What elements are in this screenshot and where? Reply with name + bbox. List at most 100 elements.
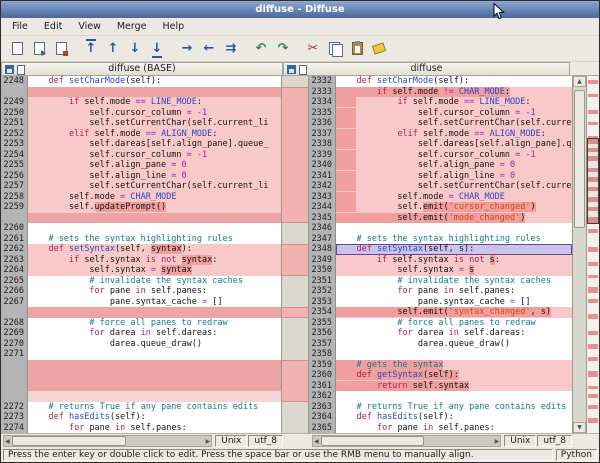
code-line[interactable]: # returns True if any pane contains edit… [28,402,281,413]
line-number[interactable] [1,87,27,98]
code-line[interactable]: elif self.mode == ALIGN_MODE: [336,129,572,140]
code-line[interactable]: self.cursor_column = -1 [28,150,281,161]
line-number[interactable]: 2250 [1,108,27,119]
code-line[interactable]: def hasEdits(self): [28,412,281,423]
line-number[interactable]: 2332 [309,76,335,87]
code-line[interactable] [28,381,281,392]
horizontal-scrollbar-thumb[interactable] [321,436,424,446]
line-number[interactable]: 2266 [1,286,27,297]
horizontal-scrollbar-right[interactable]: ◀ ▶ [312,435,501,447]
code-line[interactable]: darea.queue_draw() [336,339,572,350]
vertical-scrollbar[interactable]: ▲ ▼ [572,76,586,433]
open-file-button[interactable] [29,39,49,59]
code-line[interactable]: for pane in self.panes: [28,286,281,297]
line-number[interactable]: 2349 [309,255,335,266]
line-number[interactable]: 2355 [309,318,335,329]
code-line[interactable]: self.cursor_column = -1 [336,150,572,161]
code-line[interactable]: if self.syntax is not s: [336,255,572,266]
line-number[interactable] [1,307,27,318]
line-number[interactable]: 2262 [1,244,27,255]
line-number[interactable]: 2343 [309,192,335,203]
code-line[interactable]: self.emit('syntax_changed', s) [336,307,572,318]
code-line[interactable]: def getSyntax(self): [336,370,572,381]
line-number[interactable]: 2344 [309,202,335,213]
line-number[interactable]: 2268 [1,318,27,329]
menu-help[interactable]: Help [155,18,193,35]
code-line[interactable]: for pane in self.panes: [336,423,572,434]
code-line[interactable] [28,87,281,98]
line-number[interactable]: 2340 [309,160,335,171]
line-number[interactable]: 2341 [309,171,335,182]
code-line[interactable]: self.setCurrentChar(self.current_li [28,181,281,192]
line-number[interactable]: 2270 [1,339,27,350]
line-number[interactable]: 2361 [309,381,335,392]
line-number[interactable]: 2346 [309,223,335,234]
line-number[interactable]: 2264 [1,265,27,276]
code-line[interactable]: # gets the syntax [336,360,572,371]
code-line[interactable] [28,307,281,318]
line-number[interactable]: 2359 [309,360,335,371]
line-number[interactable]: 2357 [309,339,335,350]
code-line[interactable]: def setSyntax(self, s): [336,244,572,255]
code-line[interactable]: self.align_line = 0 [28,171,281,182]
code-pane-base[interactable]: def setCharMode(self): if self.mode == L… [28,76,282,433]
line-number[interactable]: 2363 [309,402,335,413]
line-number[interactable]: 2365 [309,423,335,434]
line-number[interactable]: 2259 [1,202,27,213]
line-number[interactable]: 2352 [309,286,335,297]
line-number[interactable]: 2345 [309,213,335,224]
code-line[interactable]: return self.syntax [336,381,572,392]
first-difference-button[interactable]: ↑ [81,39,101,59]
line-number[interactable]: 2273 [1,412,27,423]
line-number[interactable]: 2336 [309,118,335,129]
code-line[interactable]: self.mode = CHAR_MODE [28,192,281,203]
diff-overview-map[interactable] [586,76,599,433]
pane-header-edited[interactable]: diffuse [283,62,570,76]
next-difference-button[interactable]: ↓ [125,39,145,59]
code-line[interactable] [336,349,572,360]
code-line[interactable] [28,360,281,371]
vertical-scrollbar-thumb[interactable] [574,90,585,228]
redo-button[interactable]: ↷ [273,39,293,59]
menu-file[interactable]: File [4,18,36,35]
line-number[interactable]: 2348 [309,244,335,255]
scroll-down-button[interactable]: ▼ [573,422,586,433]
code-line[interactable] [28,370,281,381]
line-number[interactable]: 2255 [1,160,27,171]
code-line[interactable] [336,391,572,402]
code-line[interactable]: # sets the syntax highlighting rules [336,234,572,245]
code-line[interactable]: self.syntax = syntax [28,265,281,276]
line-number[interactable]: 2267 [1,297,27,308]
line-number[interactable]: 2364 [309,412,335,423]
line-number[interactable]: 2347 [309,234,335,245]
code-line[interactable]: self.setCurrentChar(self.curren [336,181,572,192]
line-number[interactable]: 2252 [1,129,27,140]
line-number[interactable]: 2342 [309,181,335,192]
line-number[interactable]: 2260 [1,223,27,234]
code-line[interactable] [28,349,281,360]
line-number[interactable]: 2265 [1,276,27,287]
code-line[interactable] [28,213,281,224]
copy-selection-left-button[interactable]: ← [199,39,219,59]
code-line[interactable]: pane.syntax_cache = [] [28,297,281,308]
line-number[interactable]: 2362 [309,391,335,402]
line-number[interactable]: 2334 [309,97,335,108]
line-number[interactable]: 2339 [309,150,335,161]
line-number[interactable]: 2254 [1,150,27,161]
line-number[interactable]: 2256 [1,171,27,182]
line-number[interactable]: 2337 [309,129,335,140]
line-number[interactable]: 2258 [1,192,27,203]
code-line[interactable]: elif self.mode == ALIGN_MODE: [28,129,281,140]
horizontal-scrollbar-thumb[interactable] [12,436,126,446]
paste-button[interactable] [347,39,367,59]
line-number[interactable]: 2338 [309,139,335,150]
titlebar[interactable]: diffuse - Diffuse [1,1,599,18]
line-number[interactable] [1,370,27,381]
line-number[interactable]: 2350 [309,265,335,276]
code-line[interactable]: for darea in self.dareas: [336,328,572,339]
cut-button[interactable]: ✂ [303,39,323,59]
line-number[interactable]: 2263 [1,255,27,266]
code-line[interactable]: if self.mode == LINE_MODE: [336,97,572,108]
merge-from-left-button[interactable]: ⇉ [221,39,241,59]
horizontal-scrollbar-left[interactable]: ◀ ▶ [3,435,212,447]
